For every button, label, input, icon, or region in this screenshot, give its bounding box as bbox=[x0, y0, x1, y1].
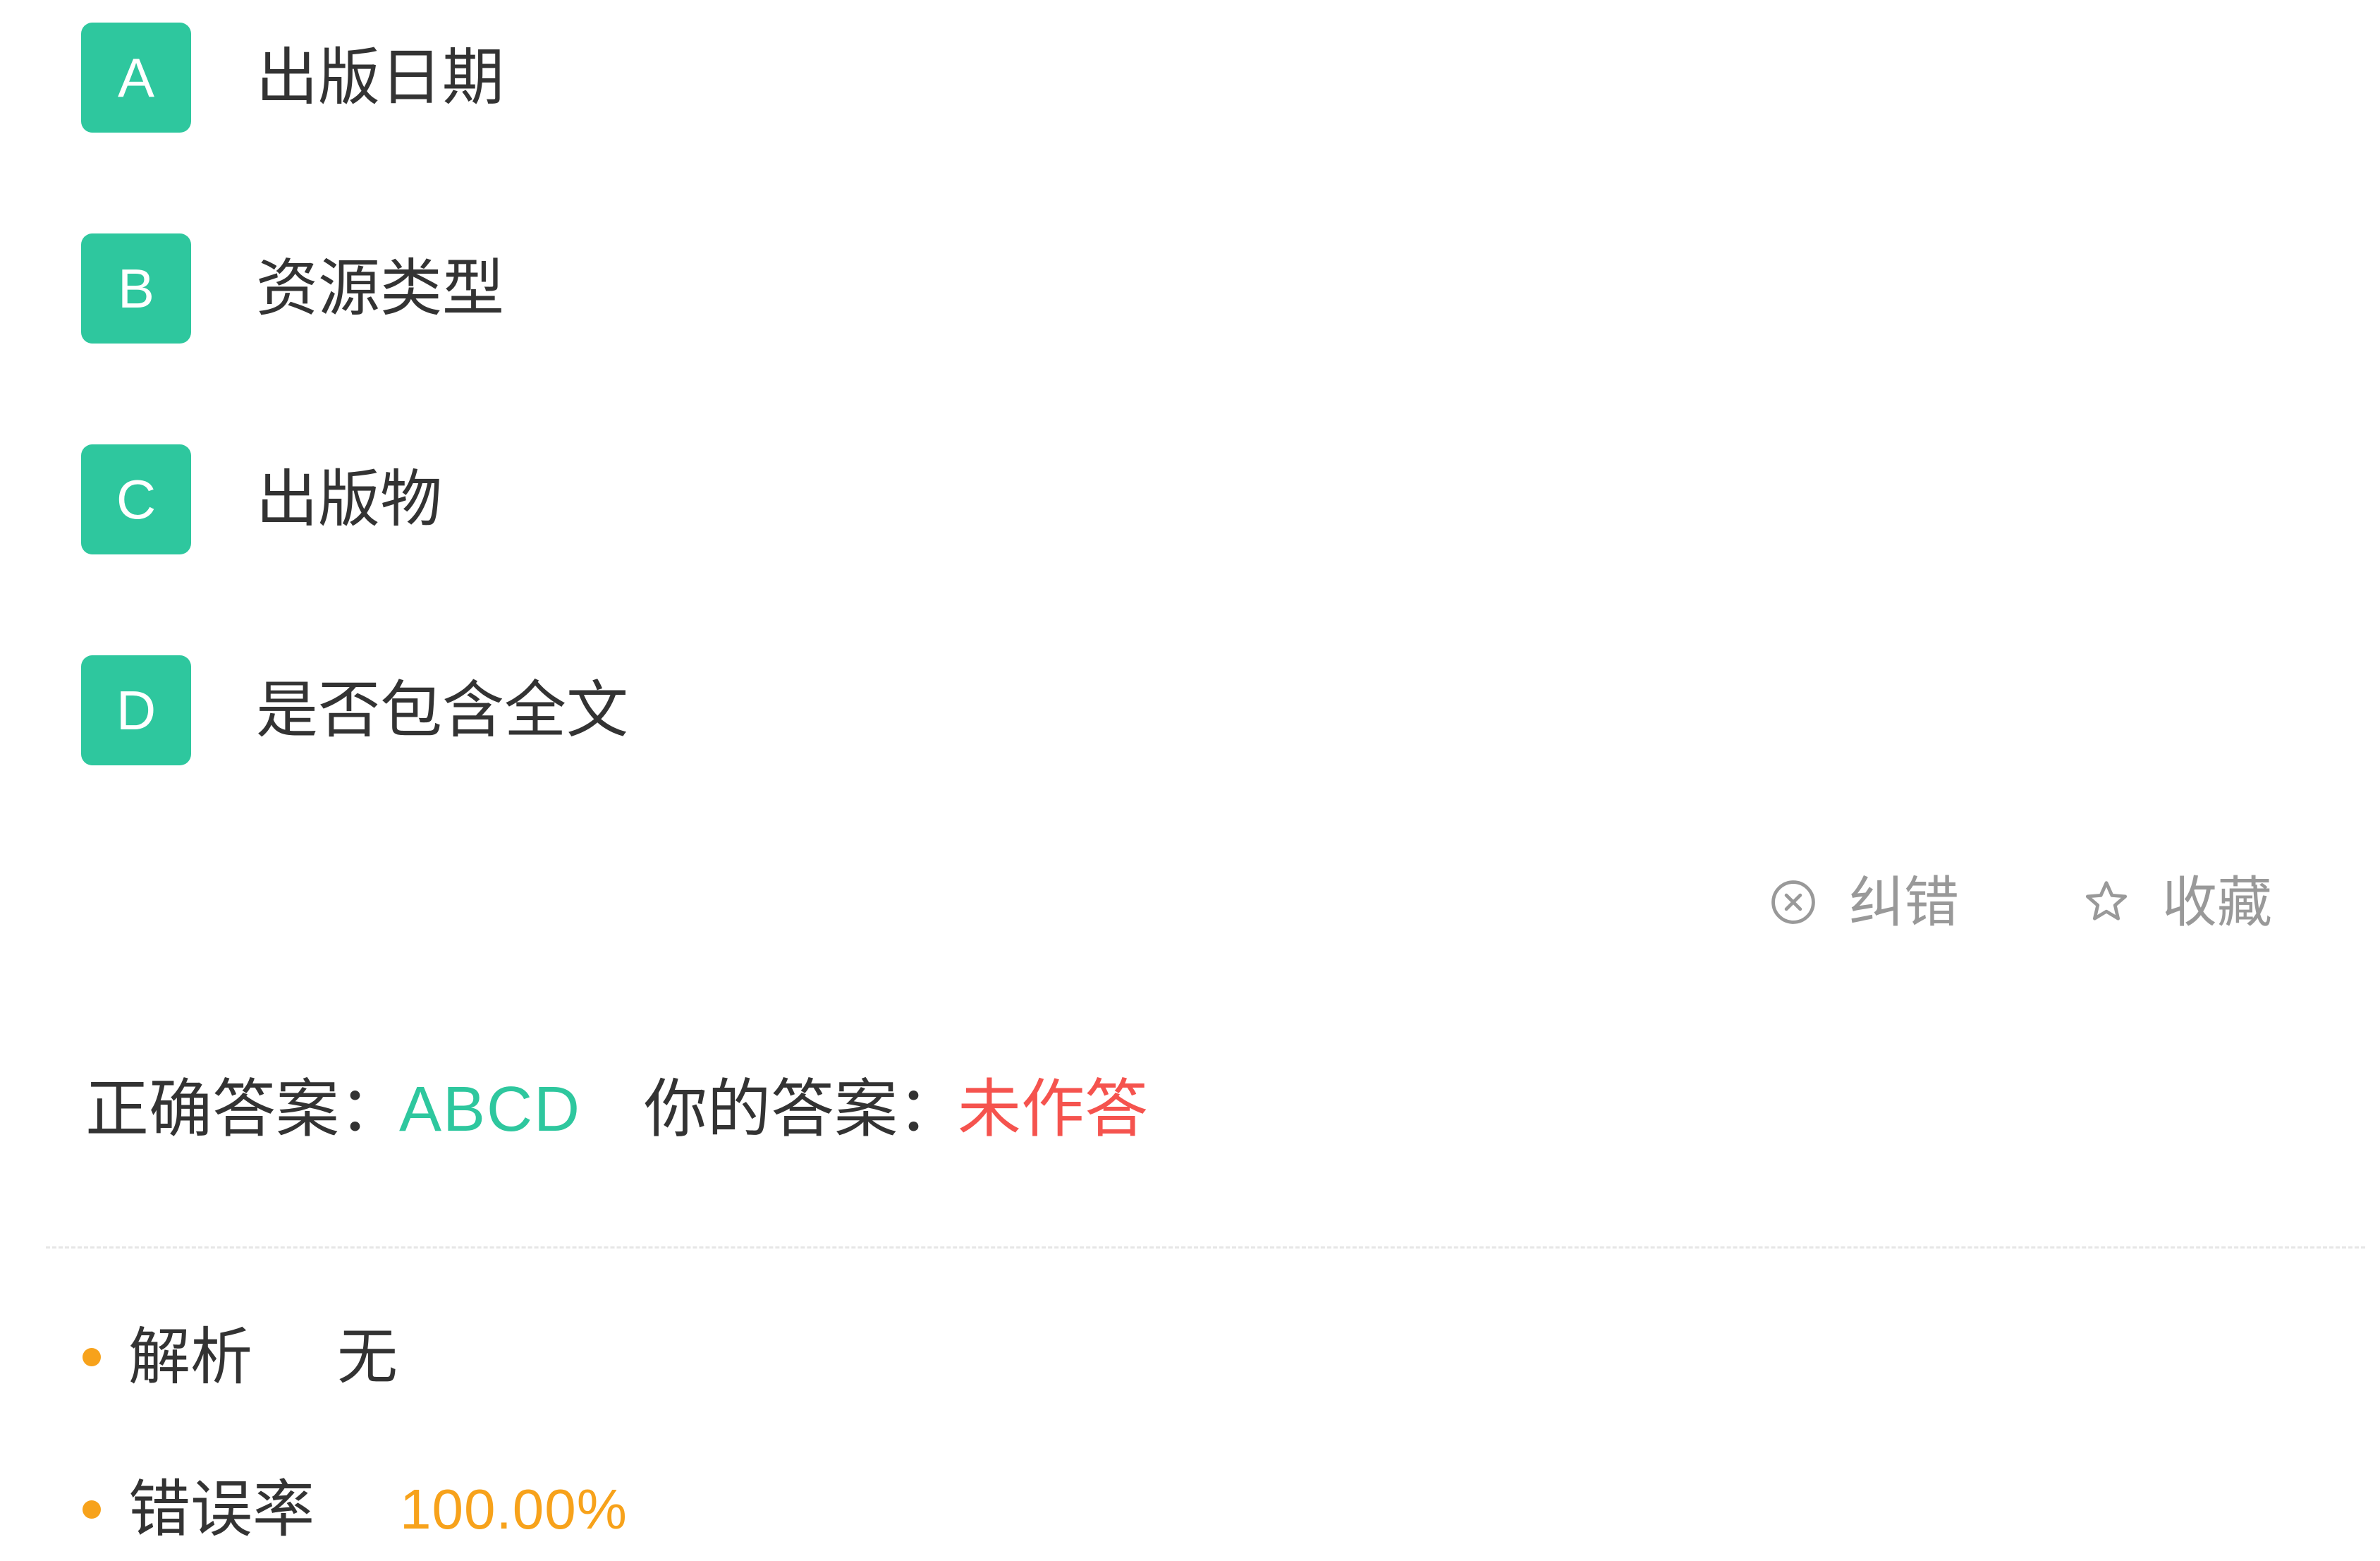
star-outline-icon bbox=[2082, 877, 2131, 927]
option-label: 出版物 bbox=[256, 464, 443, 534]
analysis-label: 解析 bbox=[128, 1322, 253, 1392]
option-a[interactable]: A 出版日期 bbox=[81, 23, 1209, 133]
report-error-button[interactable]: 纠错 bbox=[1769, 867, 1959, 937]
option-label: 资源类型 bbox=[256, 253, 505, 323]
analysis-value: 无 bbox=[337, 1323, 398, 1391]
dashed-divider bbox=[46, 1246, 2365, 1249]
option-letter-badge: D bbox=[81, 655, 191, 765]
your-answer-value: 未作答 bbox=[958, 1074, 1148, 1145]
analysis-row: 解析 无 bbox=[0, 1315, 1128, 1399]
report-error-label: 纠错 bbox=[1849, 871, 1960, 933]
your-answer-label: 你的答案： bbox=[644, 1074, 961, 1145]
correct-answer-value: ABCD bbox=[399, 1074, 582, 1145]
option-b[interactable]: B 资源类型 bbox=[81, 233, 1209, 344]
question-result-page: A 出版日期 B 资源类型 C 出版物 D 是否包含全文 纠错 收藏 正确答案：… bbox=[0, 0, 2380, 1561]
option-letter-badge: B bbox=[81, 233, 191, 344]
circle-x-icon bbox=[1769, 877, 1818, 927]
option-label: 出版日期 bbox=[256, 42, 505, 112]
error-rate-value: 100.00% bbox=[400, 1478, 628, 1541]
option-letter-badge: C bbox=[81, 444, 191, 554]
favorite-label: 收藏 bbox=[2162, 871, 2273, 933]
option-label: 是否包含全文 bbox=[256, 675, 629, 745]
option-d[interactable]: D 是否包含全文 bbox=[81, 655, 1209, 765]
error-rate-row: 错误率 100.00% bbox=[0, 1467, 1128, 1552]
correct-answer-label: 正确答案： bbox=[85, 1074, 403, 1145]
option-c[interactable]: C 出版物 bbox=[81, 444, 1209, 554]
bullet-dot-icon bbox=[83, 1348, 101, 1366]
option-letter-badge: A bbox=[81, 23, 191, 133]
favorite-button[interactable]: 收藏 bbox=[2082, 867, 2272, 937]
error-rate-label: 错误率 bbox=[128, 1474, 315, 1544]
bullet-dot-icon bbox=[83, 1500, 101, 1519]
